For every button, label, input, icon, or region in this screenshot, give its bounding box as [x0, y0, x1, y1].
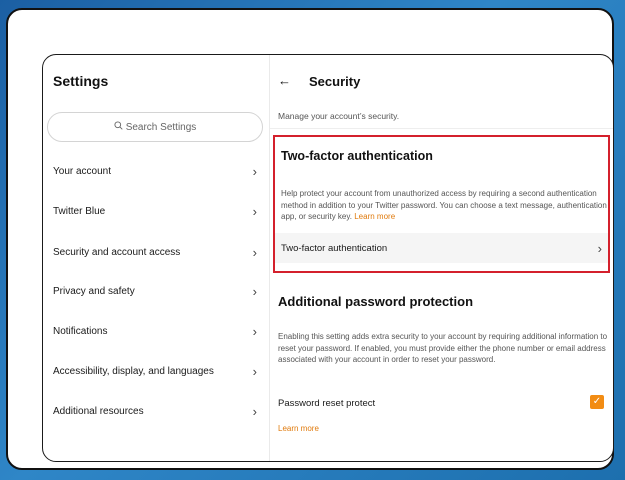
sidebar-item-your-account[interactable]: Your account › [53, 159, 259, 183]
sidebar-item-notifications[interactable]: Notifications › [53, 319, 259, 343]
chevron-right-icon: › [597, 240, 602, 256]
search-input[interactable]: Search Settings [47, 112, 263, 142]
sidebar-item-accessibility[interactable]: Accessibility, display, and languages › [53, 359, 259, 383]
sidebar-item-label: Accessibility, display, and languages [53, 365, 214, 377]
chevron-right-icon: › [252, 403, 257, 419]
sidebar-item-security[interactable]: Security and account access › [53, 240, 259, 264]
chevron-right-icon: › [252, 244, 257, 260]
page-subtitle: Manage your account’s security. [278, 111, 400, 121]
password-reset-protect-checkbox[interactable]: ✓ [590, 395, 604, 409]
two-factor-description-text: Help protect your account from unauthori… [281, 189, 607, 221]
chevron-right-icon: › [252, 323, 257, 339]
two-factor-section: Two-factor authentication Help protect y… [273, 135, 610, 273]
additional-protection-heading: Additional password protection [278, 294, 474, 309]
chevron-right-icon: › [252, 363, 257, 379]
two-factor-learn-more-link[interactable]: Learn more [354, 212, 395, 221]
settings-title: Settings [53, 73, 109, 89]
sidebar-item-label: Security and account access [53, 246, 181, 258]
search-icon [114, 121, 123, 133]
password-reset-learn-more-link[interactable]: Learn more [278, 424, 319, 433]
sidebar-item-privacy[interactable]: Privacy and safety › [53, 279, 259, 303]
page-title: Security [309, 74, 361, 89]
two-factor-row-label: Two-factor authentication [281, 242, 388, 254]
password-reset-protect-label: Password reset protect [278, 398, 376, 409]
chevron-right-icon: › [252, 283, 257, 299]
settings-sidebar: Settings Search Settings Your account › … [43, 55, 269, 461]
additional-protection-description: Enabling this setting adds extra securit… [278, 332, 608, 364]
two-factor-heading: Two-factor authentication [281, 149, 433, 163]
sidebar-item-resources[interactable]: Additional resources › [53, 399, 259, 423]
two-factor-authentication-row[interactable]: Two-factor authentication › [275, 233, 608, 263]
search-placeholder: Search Settings [125, 121, 197, 133]
chevron-right-icon: › [252, 163, 257, 179]
back-arrow-icon[interactable]: ← [278, 73, 291, 88]
sidebar-item-label: Your account [53, 165, 112, 177]
sidebar-item-label: Additional resources [53, 405, 144, 417]
two-factor-description: Help protect your account from unauthori… [281, 188, 607, 223]
sidebar-item-twitter-blue[interactable]: Twitter Blue › [53, 199, 259, 223]
sidebar-item-label: Twitter Blue [53, 205, 106, 217]
security-panel: ← Security Manage your account’s securit… [270, 55, 613, 461]
chevron-right-icon: › [252, 203, 257, 219]
checkmark-icon: ✓ [592, 396, 602, 407]
sidebar-item-label: Privacy and safety [53, 285, 135, 297]
settings-window: Settings Search Settings Your account › … [42, 54, 614, 462]
outer-card: Settings Search Settings Your account › … [6, 8, 614, 470]
header-divider [270, 128, 613, 129]
sidebar-item-label: Notifications [53, 325, 108, 337]
